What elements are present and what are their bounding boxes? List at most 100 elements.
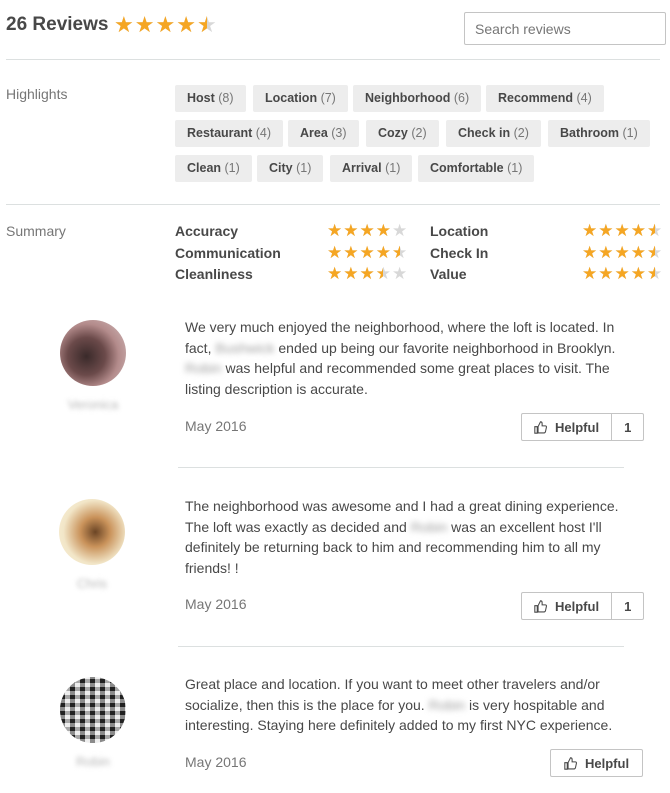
star-icon: ★★: [359, 264, 375, 283]
review-count: 26 Reviews: [6, 14, 109, 35]
highlight-chip[interactable]: Area (3): [288, 120, 359, 147]
overall-rating-stars: ★★★★★★★★★★: [114, 14, 217, 36]
rating-label-location: Location: [430, 223, 489, 239]
highlight-chip[interactable]: Cozy (2): [366, 120, 439, 147]
star-icon: ★★: [614, 243, 630, 262]
highlight-chip-label: Restaurant: [187, 126, 253, 140]
star-icon: ★★: [630, 243, 646, 262]
star-icon: ★★: [359, 221, 375, 240]
highlight-chip-count: (1): [503, 161, 523, 175]
highlight-chip-count: (1): [381, 161, 401, 175]
helpful-button[interactable]: Helpful: [550, 749, 644, 777]
divider: [6, 204, 660, 205]
thumbs-up-icon: [564, 756, 577, 770]
review-text: The neighborhood was awesome and I had a…: [185, 498, 619, 576]
review-separator: [178, 467, 624, 468]
rating-label-check-in: Check In: [430, 245, 489, 261]
star-icon: ★★: [392, 243, 408, 262]
reviewer-name[interactable]: Robin: [53, 754, 133, 769]
highlight-chip-count: (8): [214, 91, 234, 105]
redacted-name: Robin: [410, 518, 448, 535]
reviewer-avatar[interactable]: [60, 677, 126, 743]
highlight-chip-count: (1): [619, 126, 638, 140]
highlight-chip[interactable]: Restaurant (4): [175, 120, 284, 147]
highlight-chip-label: Location: [265, 91, 318, 105]
highlight-chip[interactable]: Clean (1): [175, 155, 252, 182]
star-icon: ★★: [155, 12, 176, 37]
highlight-chip-label: Cozy: [378, 126, 408, 140]
redacted-name: Robin: [185, 360, 222, 376]
highlight-chip-label: Check in: [458, 126, 511, 140]
star-icon: ★★: [647, 221, 663, 240]
rating-stars: ★★★★★★★★★: [327, 222, 407, 239]
reviews-header: 26 Reviews ★★★★★★★★★★: [6, 9, 666, 45]
redacted-name: Robin: [428, 696, 466, 713]
rating-stars: ★★★★★★★★★★: [582, 265, 662, 282]
helpful-label: Helpful: [585, 755, 630, 771]
star-icon: ★★: [176, 12, 196, 37]
star-icon: ★★: [343, 243, 359, 262]
rating-label-cleanliness: Cleanliness: [175, 266, 253, 282]
highlight-chip[interactable]: Host (8): [175, 85, 246, 112]
search-reviews-input[interactable]: [464, 12, 666, 45]
highlight-chip-count: (2): [510, 126, 529, 140]
summary-label: Summary: [6, 223, 66, 239]
highlight-chip[interactable]: Arrival (1): [330, 155, 413, 182]
helpful-label: Helpful: [555, 419, 600, 435]
helpful-button[interactable]: Helpful 1: [521, 592, 645, 620]
highlight-chip[interactable]: Bathroom (1): [548, 120, 650, 147]
highlight-chip-label: Arrival: [342, 161, 382, 175]
star-icon: ★★: [582, 264, 598, 283]
review-text: We very much enjoyed the neighborhood, w…: [185, 319, 616, 397]
highlight-chip-label: Neighborhood: [365, 91, 451, 105]
highlight-chip-count: (7): [317, 91, 336, 105]
star-icon: ★★: [327, 264, 343, 283]
reviewer-avatar[interactable]: [59, 499, 125, 565]
star-icon: ★★: [134, 12, 155, 37]
star-icon: ★★: [196, 12, 217, 37]
highlight-chip-count: (4): [252, 126, 272, 140]
highlight-chip[interactable]: Comfortable (1): [418, 155, 535, 182]
highlight-chip[interactable]: Check in (2): [446, 120, 541, 147]
star-icon: ★: [392, 264, 408, 283]
helpful-button[interactable]: Helpful 1: [521, 413, 645, 441]
star-icon: ★★: [327, 243, 343, 262]
reviewer-name[interactable]: Chris: [52, 576, 132, 591]
review-separator: [178, 646, 624, 647]
reviewer-name[interactable]: Veronica: [53, 397, 133, 412]
highlight-chip-count: (1): [221, 161, 240, 175]
review-date: May 2016: [185, 754, 247, 770]
star-icon: ★★: [598, 243, 614, 262]
highlight-chip[interactable]: Neighborhood (6): [353, 85, 482, 112]
star-icon: ★★: [647, 264, 663, 283]
reviewer-avatar[interactable]: [60, 320, 126, 386]
highlight-chip-label: Area: [300, 126, 328, 140]
star-icon: ★★: [598, 264, 614, 283]
star-icon: ★★: [343, 264, 359, 283]
review-date: May 2016: [185, 596, 247, 612]
highlight-chip-count: (3): [327, 126, 347, 140]
highlight-chip[interactable]: Location (7): [253, 85, 348, 112]
thumbs-up-icon: [534, 599, 547, 613]
star-icon: ★★: [359, 243, 375, 262]
star-icon: ★★: [375, 243, 391, 262]
star-icon: ★★: [630, 221, 646, 240]
divider: [6, 59, 660, 60]
star-icon: ★★: [114, 12, 134, 37]
highlight-chip-label: Bathroom: [560, 126, 620, 140]
rating-stars: ★★★★★★★★★★: [327, 244, 407, 261]
highlight-chip-label: Clean: [187, 161, 222, 175]
highlights-label: Highlights: [6, 86, 68, 102]
star-icon: ★★: [582, 221, 598, 240]
rating-stars: ★★★★★★★★★★: [582, 244, 662, 261]
star-icon: ★★: [375, 264, 391, 283]
rating-label-communication: Communication: [175, 245, 281, 261]
star-icon: ★★: [582, 243, 598, 262]
highlight-chip[interactable]: City (1): [257, 155, 324, 182]
star-icon: ★★: [327, 221, 343, 240]
review-date: May 2016: [185, 418, 247, 434]
rating-label-accuracy: Accuracy: [175, 223, 239, 239]
star-icon: ★★: [375, 221, 391, 240]
review-text: Great place and location. If you want to…: [185, 676, 613, 733]
highlight-chip[interactable]: Recommend (4): [486, 85, 604, 112]
